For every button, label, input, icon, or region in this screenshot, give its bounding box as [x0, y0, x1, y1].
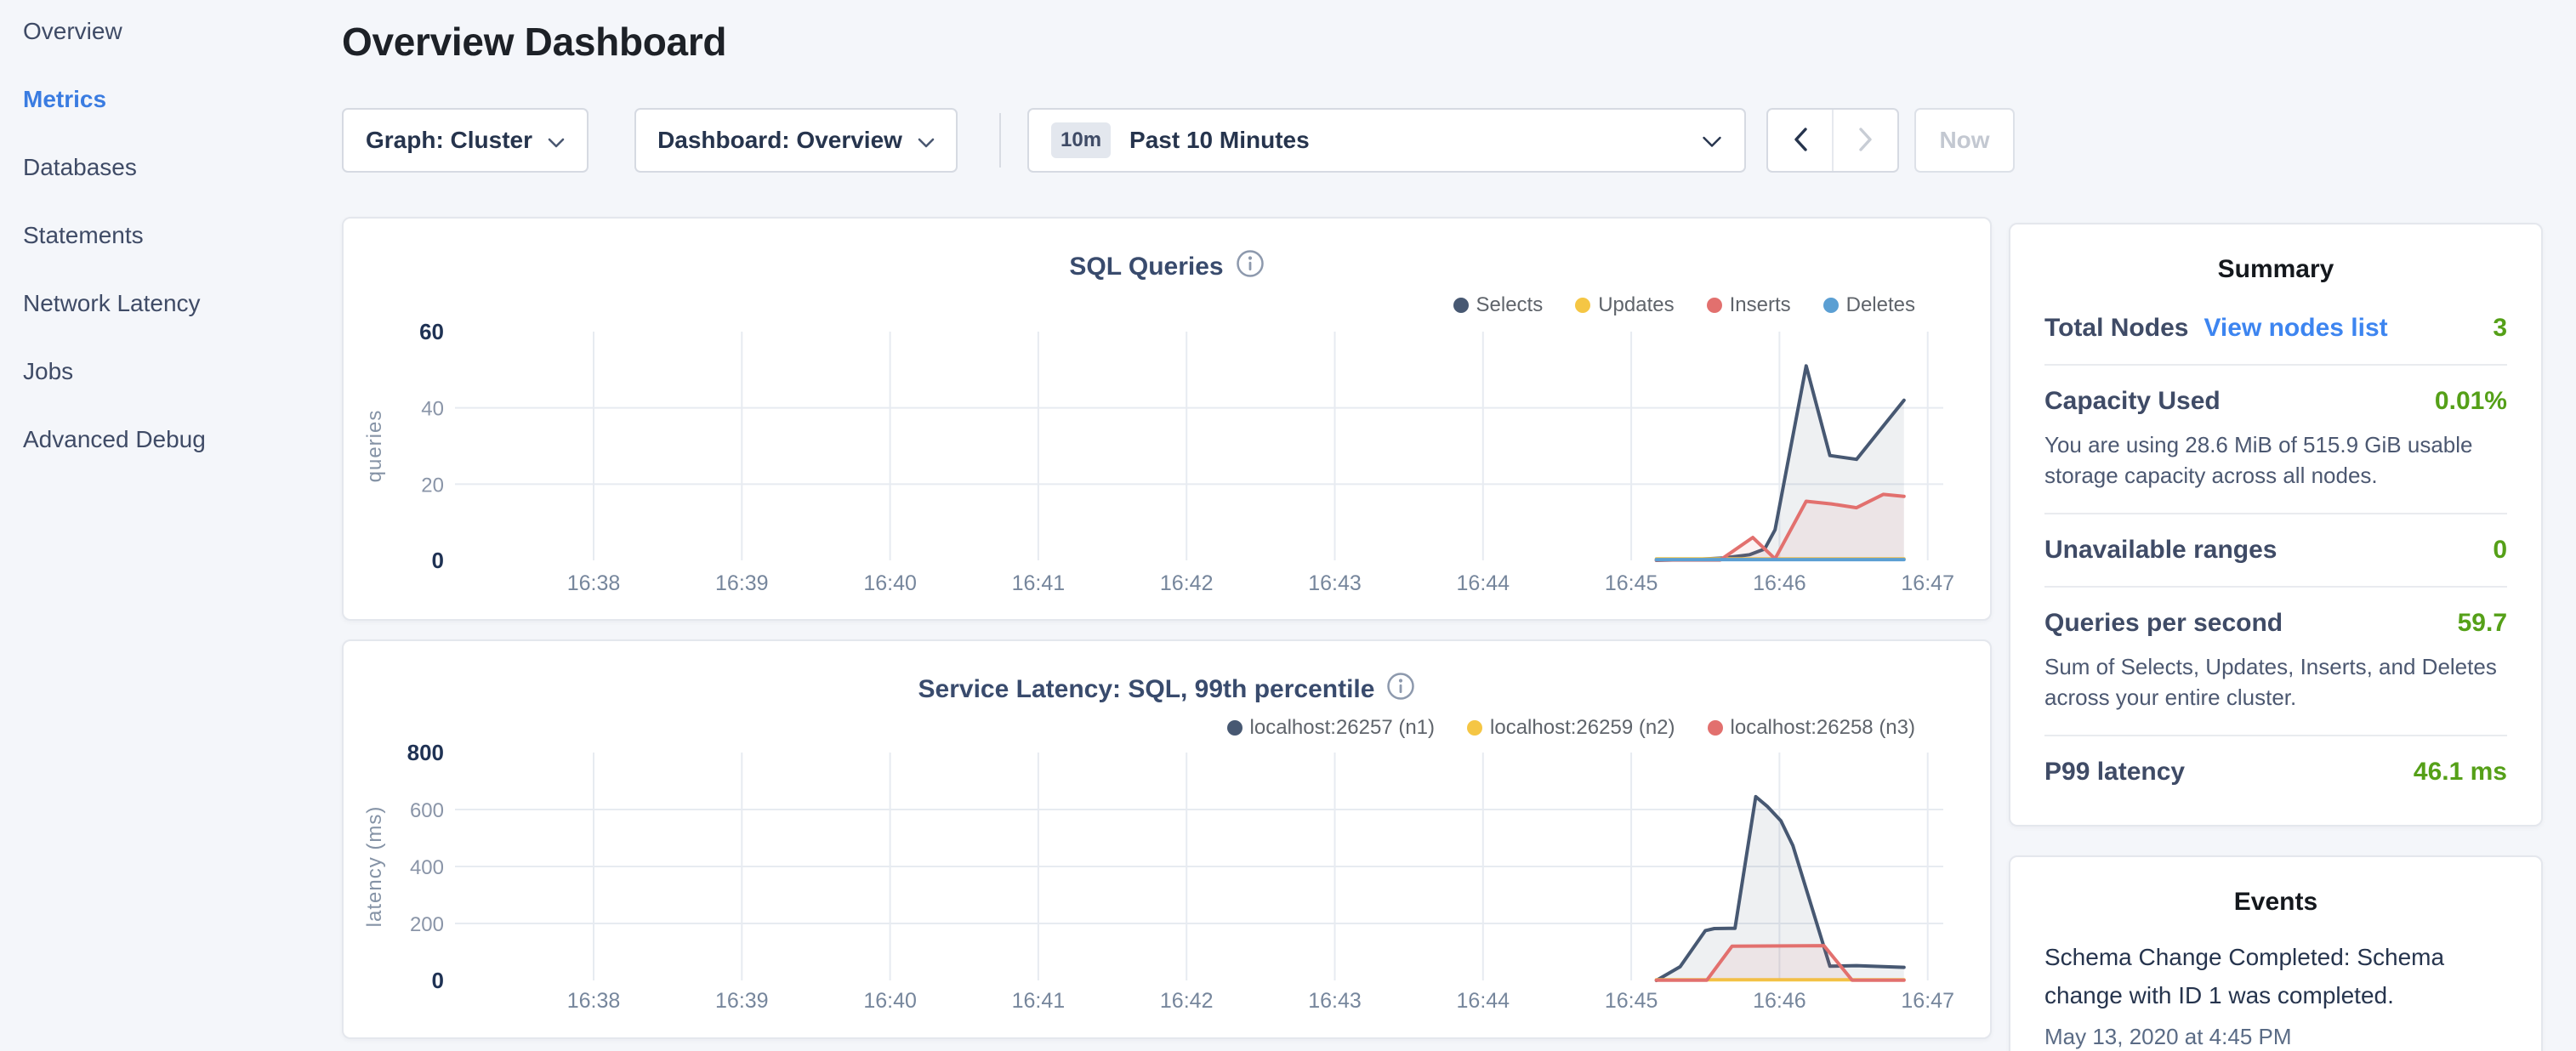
sql-queries-chart-card: SQL Queries SelectsUpdatesInsertsDeletes…	[342, 217, 1992, 621]
summary-row-value: 59.7	[2458, 609, 2507, 638]
y-tick-label: 20	[421, 474, 444, 497]
y-tick-label: 0	[432, 968, 444, 993]
y-tick-label: 60	[419, 319, 444, 344]
x-tick-label: 16:39	[715, 571, 769, 595]
summary-row-label: Queries per second	[2044, 609, 2283, 638]
x-tick-label: 16:42	[1160, 571, 1214, 595]
graph-dropdown-label: Graph: Cluster	[366, 127, 532, 154]
summary-row-value: 0	[2493, 536, 2507, 565]
sidebar: Overview Metrics Databases Statements Ne…	[23, 17, 312, 493]
sidebar-item-overview[interactable]: Overview	[23, 17, 312, 85]
x-tick-label: 16:43	[1308, 571, 1362, 595]
event-timestamp: May 13, 2020 at 4:45 PM	[2044, 1024, 2507, 1050]
y-tick-label: 40	[421, 398, 444, 421]
y-tick-label: 0	[432, 548, 444, 573]
x-tick-label: 16:44	[1457, 989, 1510, 1013]
summary-row-queries-per-second: Queries per second 59.7 Sum of Selects, …	[2044, 588, 2507, 736]
sidebar-item-statements[interactable]: Statements	[23, 221, 312, 289]
x-tick-label: 16:44	[1457, 571, 1510, 595]
summary-row-caption: You are using 28.6 MiB of 515.9 GiB usab…	[2044, 429, 2507, 491]
chevron-down-icon	[918, 127, 935, 154]
controls-divider	[999, 113, 1001, 168]
x-tick-label: 16:47	[1901, 989, 1954, 1013]
sidebar-item-databases[interactable]: Databases	[23, 153, 312, 221]
summary-row-value: 3	[2493, 314, 2507, 343]
summary-row-label: Total Nodes	[2044, 314, 2188, 343]
y-tick-label: 800	[407, 740, 444, 765]
chevron-down-icon	[548, 127, 565, 154]
x-tick-label: 16:38	[567, 989, 621, 1013]
graph-dropdown[interactable]: Graph: Cluster	[342, 108, 589, 173]
y-tick-label: 200	[410, 913, 444, 936]
x-tick-label: 16:45	[1605, 989, 1658, 1013]
y-axis-label: latency (ms)	[363, 806, 386, 928]
summary-row-label: Capacity Used	[2044, 387, 2221, 416]
event-item[interactable]: Schema Change Completed: Schema change w…	[2044, 939, 2507, 1050]
time-prev-button[interactable]	[1768, 110, 1832, 171]
x-tick-label: 16:47	[1901, 571, 1954, 595]
chevron-left-icon	[1792, 127, 1809, 155]
time-range-label: Past 10 Minutes	[1129, 127, 1310, 154]
summary-row-unavailable-ranges: Unavailable ranges 0	[2044, 514, 2507, 588]
y-axis-label: queries	[363, 410, 386, 483]
service-latency-plot[interactable]: 16:38 16:39 16:40 16:41 16:42 16:43 16:44 16:45…	[344, 641, 1993, 1037]
summary-row-capacity-used: Capacity Used 0.01% You are using 28.6 M…	[2044, 366, 2507, 514]
summary-row-value: 0.01%	[2435, 387, 2507, 416]
summary-panel: Summary Total Nodes View nodes list 3 Ca…	[2009, 223, 2543, 827]
event-message: Schema Change Completed: Schema change w…	[2044, 939, 2507, 1015]
view-nodes-list-link[interactable]: View nodes list	[2204, 314, 2387, 343]
sql-queries-plot[interactable]: 16:38 16:39 16:40 16:41 16:42 16:43 16:44 16:45…	[344, 219, 1993, 619]
time-pager	[1766, 108, 1899, 173]
chevron-right-icon	[1857, 127, 1874, 155]
summary-title: Summary	[2044, 255, 2507, 284]
time-range-select[interactable]: 10m Past 10 Minutes	[1027, 108, 1746, 173]
x-tick-label: 16:38	[567, 571, 621, 595]
service-latency-chart-card: Service Latency: SQL, 99th percentile lo…	[342, 639, 1992, 1039]
dashboard-dropdown-label: Dashboard: Overview	[657, 127, 902, 154]
events-title: Events	[2044, 888, 2507, 917]
page-title: Overview Dashboard	[342, 19, 726, 65]
summary-row-p99-latency: P99 latency 46.1 ms	[2044, 736, 2507, 808]
x-tick-label: 16:40	[863, 571, 917, 595]
x-tick-label: 16:41	[1012, 571, 1066, 595]
x-tick-label: 16:41	[1012, 989, 1066, 1013]
chevron-down-icon	[1702, 127, 1722, 154]
y-tick-label: 400	[410, 856, 444, 879]
summary-row-total-nodes: Total Nodes View nodes list 3	[2044, 293, 2507, 366]
x-tick-label: 16:40	[863, 989, 917, 1013]
summary-row-label: Unavailable ranges	[2044, 536, 2277, 565]
sidebar-item-advanced-debug[interactable]: Advanced Debug	[23, 425, 312, 493]
x-tick-label: 16:45	[1605, 571, 1658, 595]
dashboard-dropdown[interactable]: Dashboard: Overview	[634, 108, 958, 173]
sidebar-item-metrics[interactable]: Metrics	[23, 85, 312, 153]
x-tick-label: 16:46	[1753, 571, 1806, 595]
x-tick-label: 16:39	[715, 989, 769, 1013]
summary-row-caption: Sum of Selects, Updates, Inserts, and De…	[2044, 651, 2507, 713]
sidebar-item-network-latency[interactable]: Network Latency	[23, 289, 312, 357]
summary-row-value: 46.1 ms	[2414, 758, 2507, 787]
time-range-badge: 10m	[1051, 122, 1111, 158]
app-root: Overview Metrics Databases Statements Ne…	[0, 0, 2576, 1051]
sidebar-item-jobs[interactable]: Jobs	[23, 357, 312, 425]
x-tick-label: 16:43	[1308, 989, 1362, 1013]
now-button[interactable]: Now	[1914, 108, 2015, 173]
time-next-button[interactable]	[1832, 110, 1897, 171]
x-tick-label: 16:42	[1160, 989, 1214, 1013]
y-tick-label: 600	[410, 799, 444, 822]
summary-row-label: P99 latency	[2044, 758, 2185, 787]
x-tick-label: 16:46	[1753, 989, 1806, 1013]
events-panel: Events Schema Change Completed: Schema c…	[2009, 855, 2543, 1051]
